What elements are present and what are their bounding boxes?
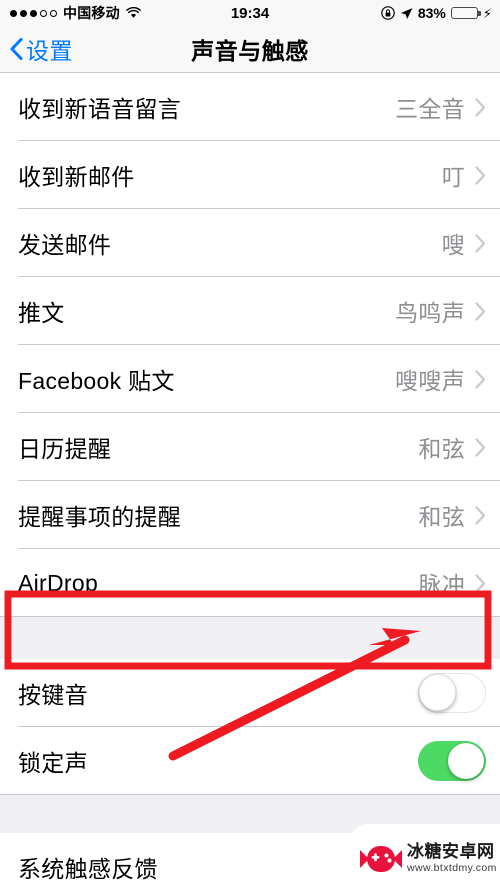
watermark-site-name: 冰糖安卓网 xyxy=(407,842,495,862)
row-value: 和弦 xyxy=(418,436,465,462)
chevron-right-icon xyxy=(475,165,486,185)
row-calendar-alert[interactable]: 日历提醒 和弦 xyxy=(0,413,500,481)
row-value: 叮 xyxy=(441,164,465,190)
chevron-right-icon xyxy=(475,233,486,253)
status-bar: 中国移动 19:34 83% ⚡ xyxy=(0,0,500,26)
battery-percent-label: 83% xyxy=(417,5,446,21)
row-sent-mail[interactable]: 发送邮件 嗖 xyxy=(0,209,500,277)
site-watermark: 冰糖安卓网 www.btxtdmy.com xyxy=(352,824,500,894)
watermark-text: 冰糖安卓网 www.btxtdmy.com xyxy=(407,843,497,874)
chevron-right-icon xyxy=(475,437,486,457)
row-new-mail[interactable]: 收到新邮件 叮 xyxy=(0,141,500,209)
row-separator xyxy=(0,616,500,617)
chevron-left-icon xyxy=(10,38,23,60)
row-label: 发送邮件 xyxy=(18,232,112,258)
rotation-lock-icon xyxy=(381,6,395,20)
row-tweet[interactable]: 推文 鸟鸣声 xyxy=(0,277,500,345)
back-button-label: 设置 xyxy=(26,38,73,64)
row-label: 收到新邮件 xyxy=(18,164,135,190)
settings-list[interactable]: 收到新语音留言 三全音 收到新邮件 叮 发送邮件 嗖 推文 鸟鸣声 Facebo… xyxy=(0,73,500,894)
row-facebook-post[interactable]: Facebook 贴文 嗖嗖声 xyxy=(0,345,500,413)
keyboard-lock-group: 按键音 锁定声 xyxy=(0,659,500,795)
row-value: 脉冲 xyxy=(418,572,465,598)
row-keyboard-clicks[interactable]: 按键音 xyxy=(0,659,500,727)
navigation-bar: 设置 声音与触感 xyxy=(0,26,500,73)
battery-icon xyxy=(450,7,481,19)
row-reminder-alert[interactable]: 提醒事项的提醒 和弦 xyxy=(0,481,500,549)
row-value: 三全音 xyxy=(395,96,465,122)
chevron-right-icon xyxy=(475,505,486,525)
candy-gamepad-logo-icon xyxy=(360,846,402,872)
row-value: 嗖嗖声 xyxy=(395,368,465,394)
row-new-voicemail[interactable]: 收到新语音留言 三全音 xyxy=(0,73,500,141)
lightning-bolt-icon: ⚡ xyxy=(482,5,492,21)
row-label: AirDrop xyxy=(18,569,99,596)
back-button[interactable]: 设置 xyxy=(10,32,73,66)
row-label: 锁定声 xyxy=(18,750,88,776)
row-label: 推文 xyxy=(18,300,65,326)
section-gap xyxy=(0,617,500,659)
page-title: 声音与触感 xyxy=(191,38,309,64)
location-arrow-icon xyxy=(400,7,413,20)
chevron-right-icon xyxy=(475,301,486,321)
chevron-right-icon xyxy=(475,369,486,389)
lock-sound-toggle[interactable] xyxy=(418,741,486,781)
chevron-right-icon xyxy=(475,97,486,117)
row-label: 日历提醒 xyxy=(18,436,112,462)
sounds-group: 收到新语音留言 三全音 收到新邮件 叮 发送邮件 嗖 推文 鸟鸣声 Facebo… xyxy=(0,73,500,617)
row-value: 鸟鸣声 xyxy=(395,300,465,326)
iphone-screen: 中国移动 19:34 83% ⚡ 设置 声音与触感 收到新语音留言 三全音 收到… xyxy=(0,0,500,894)
watermark-url: www.btxtdmy.com xyxy=(407,862,497,875)
row-separator xyxy=(0,794,500,795)
row-lock-sound[interactable]: 锁定声 xyxy=(0,727,500,795)
row-label: 提醒事项的提醒 xyxy=(18,504,182,530)
row-airdrop[interactable]: AirDrop 脉冲 xyxy=(0,549,500,617)
toggle-knob xyxy=(419,674,456,711)
row-label: 按键音 xyxy=(18,682,88,708)
row-label: Facebook 贴文 xyxy=(18,368,175,394)
status-bar-right: 83% ⚡ xyxy=(381,5,492,21)
keyboard-clicks-toggle[interactable] xyxy=(418,673,486,713)
row-value: 和弦 xyxy=(418,504,465,530)
toggle-knob xyxy=(448,743,484,779)
chevron-right-icon xyxy=(475,573,486,593)
row-label: 收到新语音留言 xyxy=(18,96,182,122)
row-value: 嗖 xyxy=(441,232,465,258)
